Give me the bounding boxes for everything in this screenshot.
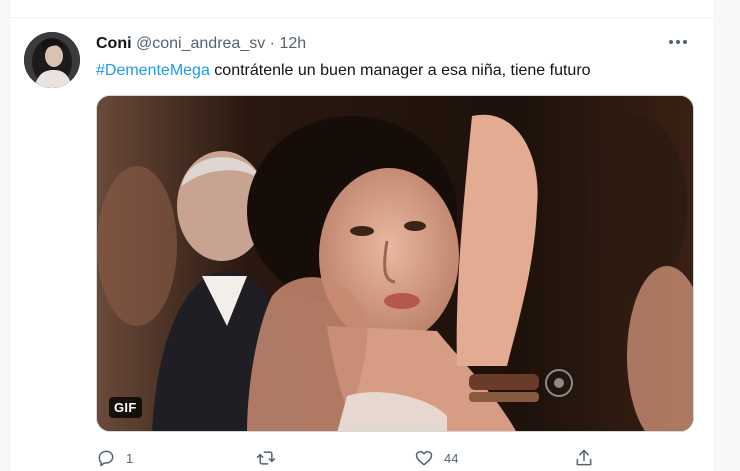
tweet-header: Coni @coni_andrea_sv · 12h — [96, 34, 306, 54]
tweet-time[interactable]: 12h — [279, 35, 306, 52]
reply-count: 1 — [126, 450, 134, 466]
share-button[interactable] — [574, 446, 594, 470]
like-button[interactable]: 44 — [414, 446, 458, 470]
gif-image — [97, 96, 693, 431]
author-name[interactable]: Coni — [96, 35, 132, 52]
tweet-gif[interactable]: GIF — [96, 95, 694, 432]
tweet-text: #DementeMega contrátenle un buen manager… — [96, 60, 591, 82]
retweet-icon — [256, 451, 276, 465]
like-count: 44 — [444, 450, 459, 466]
heart-icon — [415, 450, 433, 466]
gif-badge: GIF — [109, 397, 142, 418]
avatar-photo — [24, 32, 80, 88]
left-gutter — [0, 0, 10, 471]
right-gutter — [714, 0, 740, 471]
tweet-card[interactable]: Coni @coni_andrea_sv · 12h #DementeMega … — [10, 18, 714, 471]
share-icon — [576, 449, 592, 466]
reply-button[interactable]: 1 — [96, 446, 133, 470]
hashtag-link[interactable]: #DementeMega — [96, 62, 210, 79]
tweet-body: contrátenle un buen manager a esa niña, … — [209, 62, 591, 79]
avatar[interactable] — [24, 32, 80, 88]
tweet-actions: 1 44 — [96, 446, 616, 470]
reply-icon — [98, 450, 114, 467]
author-handle[interactable]: @coni_andrea_sv — [136, 35, 265, 52]
more-dots-icon[interactable] — [664, 28, 692, 56]
retweet-button[interactable] — [256, 446, 286, 470]
separator-dot: · — [269, 35, 275, 52]
